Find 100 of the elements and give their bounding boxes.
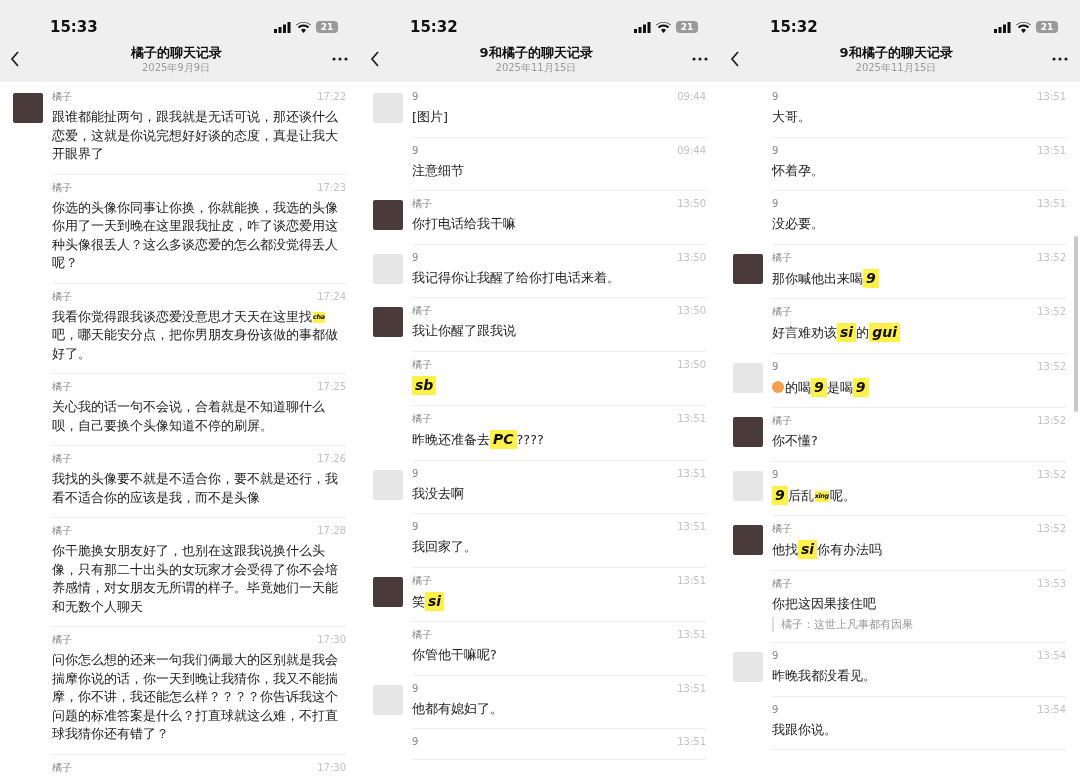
message-text: 昨晚我都没看见。 — [772, 667, 877, 685]
sender-name: 橘子 — [52, 452, 72, 466]
chat-date: 2025年11月15日 — [495, 62, 577, 73]
sender-name: 橘子 — [412, 412, 432, 426]
sender-name: 9 — [772, 359, 779, 374]
message-time: 09:44 — [677, 143, 706, 158]
message-text: 注意细节 — [412, 161, 465, 180]
more-icon[interactable] — [332, 56, 348, 61]
message-time: 13:50 — [677, 197, 706, 211]
message-time: 13:51 — [1037, 197, 1066, 211]
sender-name: 9 — [772, 90, 779, 104]
message-time: 09:44 — [677, 90, 706, 104]
back-icon[interactable] — [730, 50, 740, 67]
message-time: 17:26 — [317, 452, 346, 466]
quoted-message: 橘子：这世上凡事都有因果 — [772, 617, 1066, 632]
message-text: 你不懂? — [772, 432, 819, 450]
back-icon[interactable] — [10, 50, 20, 67]
message-text: 我找的头像要不就是不适合你，要不就是还行，我看不适合你的应该是我，而不是头像 — [52, 470, 339, 507]
message-text: 那你喊他出来喝 9 — [772, 268, 1066, 288]
sender-name: 橘子 — [412, 628, 432, 642]
message-time: 13:51 — [677, 466, 706, 481]
sender-name: 9 — [772, 143, 779, 158]
message-text: 我跟你说。 — [772, 720, 838, 739]
more-icon[interactable] — [692, 56, 708, 61]
message-text: 你打电话给我干嘛 — [412, 215, 517, 233]
message-time: 13:52 — [1037, 359, 1066, 374]
message-time: 13:52 — [1037, 414, 1066, 428]
more-icon[interactable] — [1052, 56, 1068, 61]
status-time: 15:32 — [410, 18, 458, 36]
message-text: 没必要。 — [772, 215, 825, 233]
sender-name: 9 — [412, 520, 419, 534]
sender-name: 9 — [772, 467, 779, 482]
message-time: 13:51 — [1037, 143, 1066, 158]
message-time: 13:54 — [1037, 649, 1066, 663]
avatar-placeholder[interactable] — [733, 253, 763, 284]
sender-name: 橘子 — [52, 760, 72, 775]
message-time: 17:22 — [317, 90, 346, 104]
message-time: 13:50 — [677, 357, 706, 372]
chat-date: 2025年9月9日 — [141, 62, 211, 73]
back-icon[interactable] — [370, 50, 380, 67]
message-text: 我让你醒了跟我说 — [412, 322, 517, 340]
sender-name: 橘子 — [772, 414, 792, 428]
message-text: 他找 si 你有办法吗 — [772, 540, 884, 560]
sender-name: 9 — [412, 681, 419, 696]
message-text: 他都有媳妇了。 — [412, 699, 504, 718]
message-text: 跟谁都能扯两句，跟我就是无话可说，那还谈什么恋爱，这就是你说完想好好谈的态度，真是让我大开眼界了 — [52, 108, 339, 163]
message-time: 13:51 — [1037, 90, 1066, 104]
message-text: 的喝 9 是喝 9 — [772, 377, 1066, 397]
message-time: 17:25 — [317, 380, 346, 394]
message-time: 13:52 — [1037, 467, 1066, 482]
message-text: 好言难劝该 si 的 gui — [772, 323, 1066, 343]
message-text: 大哥。 — [772, 108, 812, 126]
sender-name: 橘子 — [52, 180, 72, 195]
message-text: 你把这因果接住吧 — [772, 594, 877, 613]
status-time: 15:32 — [770, 18, 818, 36]
message-time: 13:53 — [1037, 576, 1066, 591]
battery-level: 21 — [676, 21, 698, 33]
message-time: 17:30 — [317, 633, 346, 647]
battery-level: 21 — [1036, 21, 1058, 33]
avatar-placeholder[interactable] — [373, 576, 403, 607]
sender-name: 9 — [412, 250, 419, 265]
message-text: 你干脆换女朋友好了，也别在这跟我说换什么头像，只有那二十出头的女玩家才会受得了你不会培养感情，对女朋友无所谓的样子。毕竟她们一天能和无数个人聊天 — [52, 542, 339, 616]
message-time: 17:23 — [317, 180, 346, 195]
sender-name: 橘子 — [772, 576, 792, 591]
signal-icon — [994, 21, 1011, 33]
wifi-icon — [1016, 21, 1031, 33]
chat-date: 2025年11月15日 — [855, 62, 937, 73]
message-time: 13:52 — [1037, 250, 1066, 265]
battery-level: 21 — [316, 21, 338, 33]
sender-name: 9 — [772, 649, 779, 663]
message-time: 13:50 — [677, 304, 706, 318]
message-text: 关心我的话一句不会说，合着就是不知道聊什么呗，自己要换个头像知道不停的刷屏。 — [52, 398, 326, 435]
message-time: 13:51 — [677, 412, 706, 426]
sender-name: 橘子 — [412, 197, 432, 211]
signal-icon — [634, 21, 651, 33]
sender-name: 橘子 — [412, 304, 432, 318]
message-time: 13:51 — [677, 735, 706, 749]
message-time: 13:51 — [677, 681, 706, 696]
message-text: [图片] — [412, 108, 449, 126]
sender-name: 橘子 — [772, 250, 792, 265]
sender-name: 橘子 — [52, 289, 72, 304]
sender-name: 9 — [772, 702, 779, 717]
sender-name: 橘子 — [412, 573, 432, 588]
wifi-icon — [296, 21, 311, 33]
message-text: 怀着孕。 — [772, 161, 825, 180]
message-time: 13:51 — [677, 628, 706, 642]
message-text: 你管他干嘛呢? — [412, 646, 498, 664]
message-time: 17:24 — [317, 289, 346, 304]
chat-history-title: 橘子的聊天记录 — [130, 44, 222, 62]
sender-name: 橘子 — [772, 522, 792, 536]
message-text: sb — [412, 375, 706, 395]
sender-name: 9 — [412, 143, 419, 158]
sender-name: 9 — [772, 197, 779, 211]
message-time: 13:52 — [1037, 522, 1066, 536]
sender-name: 橘子 — [412, 357, 432, 372]
wifi-icon — [656, 21, 671, 33]
message-text: 你选的头像你同事让你换，你就能换，我选的头像你用了一天到晚在这里跟我扯皮，咋了谈恋爱用这种头像很丢人？这么多谈恋爱的怎么都没觉得丢人呢？ — [52, 198, 339, 272]
message-text: 我没去啊 — [412, 484, 465, 503]
message-time: 17:30 — [317, 760, 346, 775]
chat-history-title: 9和橘子的聊天记录 — [839, 44, 953, 62]
